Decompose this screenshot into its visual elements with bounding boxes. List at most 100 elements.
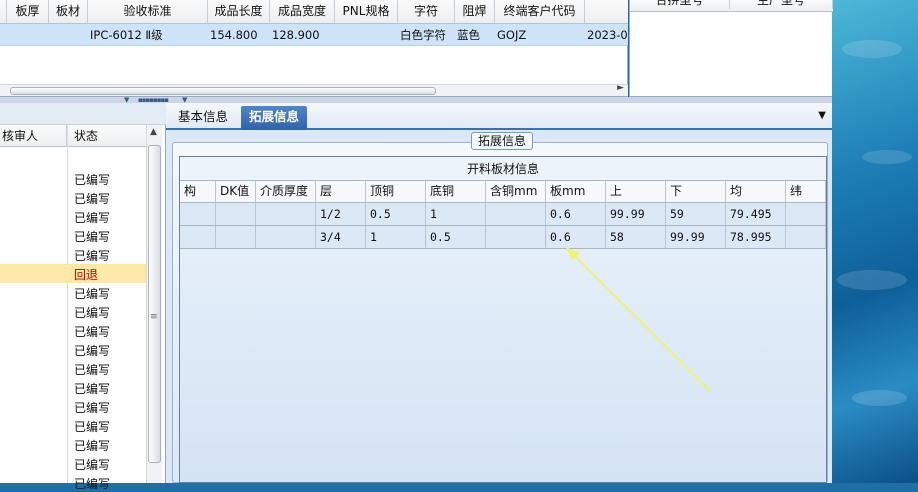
- status-text: 已编写: [74, 477, 111, 491]
- review-list-header: 核审人 状态: [0, 125, 146, 147]
- table-cell[interactable]: 0.6: [546, 226, 606, 248]
- horizontal-scrollbar[interactable]: ►: [0, 83, 628, 96]
- col-header[interactable]: 板厚: [7, 0, 49, 23]
- status-text: 已编写: [74, 173, 111, 187]
- col-header[interactable]: 阻焊: [455, 0, 495, 23]
- sheet-col-header[interactable]: 板mm: [546, 181, 606, 202]
- list-item[interactable]: 回退: [0, 264, 146, 283]
- col-header[interactable]: PNL规格: [335, 0, 398, 23]
- list-item[interactable]: 已编写: [0, 340, 146, 359]
- table-cell[interactable]: 79.495: [726, 203, 786, 225]
- table-cell[interactable]: [256, 203, 316, 225]
- scroll-right-icon[interactable]: ►: [617, 83, 624, 93]
- col-header-status[interactable]: 状态: [68, 125, 146, 146]
- scroll-thumb[interactable]: [10, 87, 436, 95]
- tab-basic-info[interactable]: 基本信息: [170, 106, 236, 130]
- status-text: 已编写: [74, 401, 111, 415]
- review-list-panel: 核审人 状态 已编写 已编写 已编写 已编写 已编写 回退 已编写 已编写 已编写 已编写 已编写已…: [0, 103, 166, 491]
- status-text: 回退: [74, 268, 99, 282]
- table-cell[interactable]: [256, 226, 316, 248]
- sheet-col-header[interactable]: 含铜mm: [486, 181, 546, 202]
- table-cell[interactable]: 1/2: [316, 203, 366, 225]
- col-header[interactable]: 字符: [398, 0, 455, 23]
- table-cell[interactable]: 0.6: [546, 203, 606, 225]
- col-header[interactable]: 验收标准: [88, 0, 208, 23]
- col-header[interactable]: 成品宽度: [270, 0, 335, 23]
- status-text: 已编写: [74, 287, 111, 301]
- table-cell[interactable]: [216, 203, 256, 225]
- sheet-col-header[interactable]: 底铜: [426, 181, 486, 202]
- table-cell[interactable]: [180, 203, 216, 225]
- list-item[interactable]: 已编写: [0, 226, 146, 245]
- status-text: 已编写: [74, 211, 111, 225]
- list-item[interactable]: 已编写: [0, 435, 146, 454]
- sheet-col-header[interactable]: 构: [180, 181, 216, 202]
- table-cell[interactable]: 59: [666, 203, 726, 225]
- sheet-col-header[interactable]: 纬: [786, 181, 826, 202]
- group-caption: 拓展信息: [471, 132, 534, 150]
- table-cell[interactable]: 1: [426, 203, 486, 225]
- table-cell[interactable]: 99.99: [606, 203, 666, 225]
- sheet-col-header[interactable]: 顶铜: [366, 181, 426, 202]
- sheet-col-header[interactable]: 上: [606, 181, 666, 202]
- material-sheet: 开料板材信息 构 DK值 介质厚度层顶铜 底铜 含铜mm 板mm 上下均纬 1/2 0.5 1 0…: [179, 156, 827, 483]
- col-header[interactable]: 终端客户代码: [495, 0, 585, 23]
- list-item[interactable]: 已编写: [0, 321, 146, 340]
- width-cell: 128.900: [272, 28, 320, 42]
- table-cell[interactable]: 99.99: [666, 226, 726, 248]
- list-item[interactable]: 已编写: [0, 283, 146, 302]
- list-item[interactable]: 已编写: [0, 302, 146, 321]
- table-row-selected[interactable]: IPC-6012 Ⅱ级 154.800 128.900 白色字符 蓝色 GOJZ…: [0, 24, 628, 46]
- tab-extended-info[interactable]: 拓展信息: [241, 106, 308, 130]
- length-cell: 154.800: [210, 28, 258, 42]
- grip-icon: ≡: [150, 312, 158, 322]
- table-cell[interactable]: 3/4: [316, 226, 366, 248]
- table-cell[interactable]: 1: [366, 226, 426, 248]
- table-cell[interactable]: [180, 226, 216, 248]
- status-text: 已编写: [74, 306, 111, 320]
- table-row[interactable]: 1/2 0.5 1 0.6 99.99 59 79.495: [180, 203, 826, 226]
- table-cell[interactable]: [786, 203, 826, 225]
- col-header[interactable]: 生产型号: [730, 0, 833, 9]
- col-header[interactable]: 合拼型号: [630, 0, 730, 9]
- col-header[interactable]: 成品长度: [208, 0, 270, 23]
- table-cell[interactable]: [786, 226, 826, 248]
- list-item[interactable]: 已编写: [0, 169, 146, 188]
- list-item[interactable]: 已编写: [0, 397, 146, 416]
- sheet-col-header[interactable]: 介质厚度: [256, 181, 316, 202]
- list-item[interactable]: 已编写: [0, 378, 146, 397]
- table-row[interactable]: 3/4 1 0.5 0.6 58 99.99 78.995: [180, 226, 826, 249]
- status-text: 已编写: [74, 192, 111, 206]
- table-cell[interactable]: 0.5: [366, 203, 426, 225]
- status-text: 已编写: [74, 344, 111, 358]
- sheet-col-header[interactable]: 均: [726, 181, 786, 202]
- table-cell[interactable]: [216, 226, 256, 248]
- table-cell[interactable]: 0.5: [426, 226, 486, 248]
- status-text: 已编写: [74, 458, 111, 472]
- table-cell[interactable]: [486, 226, 546, 248]
- status-text: 已编写: [74, 382, 111, 396]
- scroll-up-icon[interactable]: ▲: [150, 127, 157, 137]
- col-header[interactable]: 板材: [49, 0, 88, 23]
- status-text: 已编写: [74, 249, 111, 263]
- table-cell[interactable]: 58: [606, 226, 666, 248]
- list-item[interactable]: 已编写: [0, 188, 146, 207]
- silkscreen-cell: 白色字符: [400, 28, 446, 42]
- table-cell[interactable]: 78.995: [726, 226, 786, 248]
- tab-dropdown-icon[interactable]: ▼: [818, 110, 826, 121]
- list-item[interactable]: 已编写: [0, 416, 146, 435]
- list-item[interactable]: 已编写: [0, 207, 146, 226]
- list-item[interactable]: 已编写: [0, 359, 146, 378]
- tab-bar: 基本信息 拓展信息 ▼: [166, 103, 832, 130]
- sheet-col-header[interactable]: DK值: [216, 181, 256, 202]
- list-item[interactable]: 已编写: [0, 245, 146, 264]
- col-header-reviewer[interactable]: 核审人: [0, 125, 67, 146]
- sheet-title: 开料板材信息: [180, 157, 826, 181]
- acceptance-cell: IPC-6012 Ⅱ级: [90, 28, 163, 42]
- scroll-thumb[interactable]: [148, 145, 161, 463]
- sheet-col-header[interactable]: 层: [316, 181, 366, 202]
- table-cell[interactable]: [486, 203, 546, 225]
- list-item[interactable]: 已编写: [0, 454, 146, 473]
- sheet-col-header[interactable]: 下: [666, 181, 726, 202]
- vertical-scrollbar[interactable]: ▲ ≡: [146, 125, 162, 483]
